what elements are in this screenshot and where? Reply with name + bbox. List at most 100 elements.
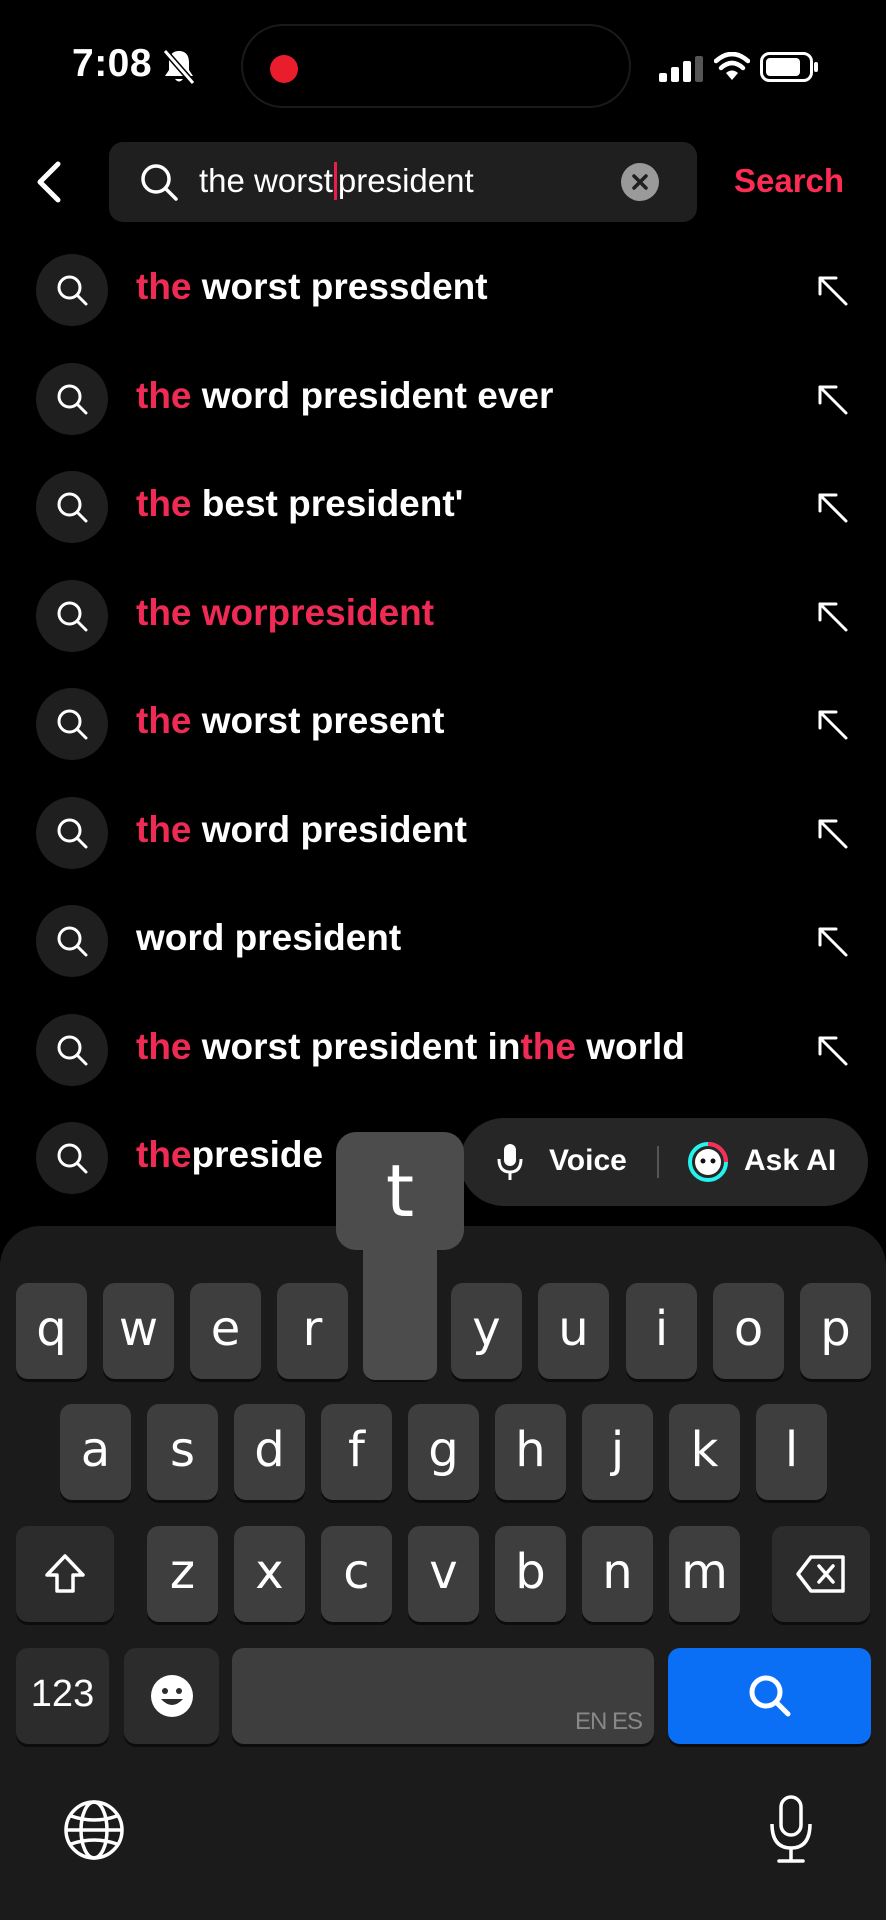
fill-query-arrow-icon[interactable] [812,487,852,527]
suggestion-label: the best president' [136,483,463,525]
globe-icon[interactable] [62,1798,126,1862]
search-icon [57,926,88,957]
key-j[interactable]: j [582,1404,653,1500]
back-button[interactable] [28,160,72,204]
search-icon [749,1675,790,1717]
microphone-icon[interactable] [767,1794,815,1866]
fill-query-arrow-icon[interactable] [812,704,852,744]
backspace-key[interactable] [772,1526,870,1622]
key-z[interactable]: z [147,1526,218,1622]
suggestion-item[interactable]: the worst pressdent [0,236,886,345]
suggestion-text: world [575,1025,685,1067]
key-v[interactable]: v [408,1526,479,1622]
status-bar: 7:08 [0,0,886,130]
fill-query-arrow-icon[interactable] [812,270,852,310]
key-f[interactable]: f [321,1404,392,1500]
fill-query-arrow-icon[interactable] [812,596,852,636]
suggestion-label: the worpresident [136,592,434,634]
recording-indicator [270,55,298,83]
microphone-icon[interactable] [496,1142,524,1182]
shift-key[interactable] [16,1526,114,1622]
suggestion-item[interactable]: the worpresident [0,562,886,671]
bell-slash-icon [162,49,196,85]
search-icon [57,384,88,414]
suggestion-match-text: the [136,1134,192,1175]
key-w[interactable]: w [103,1283,174,1379]
key-q[interactable]: q [16,1283,87,1379]
suggestion-search-icon [36,471,108,543]
suggestion-text: word president ever [191,374,554,416]
status-time: 7:08 [72,42,153,85]
suggestion-label: the word president [136,809,467,851]
emoji-key[interactable] [124,1648,219,1744]
suggestion-label: thepreside [136,1134,323,1176]
key-h[interactable]: h [495,1404,566,1500]
query-before-cursor: the worst [199,162,333,199]
search-button[interactable]: Search [734,162,844,200]
key-m[interactable]: m [669,1526,740,1622]
key-d[interactable]: d [234,1404,305,1500]
fill-query-arrow-icon[interactable] [812,813,852,853]
key-popup-stem [363,1240,437,1380]
shift-icon [45,1554,85,1593]
suggestion-match-text: the [520,1025,576,1067]
key-b[interactable]: b [495,1526,566,1622]
ask-ai-icon[interactable] [688,1142,728,1182]
suggestion-item[interactable]: the worst present [0,670,886,779]
suggestion-text: best president' [191,483,464,524]
suggestion-item[interactable]: the best president' [0,453,886,562]
space-bar[interactable]: EN ES [232,1648,654,1744]
fill-query-arrow-icon[interactable] [812,1030,852,1070]
fill-query-arrow-icon[interactable] [812,921,852,961]
backspace-icon [796,1555,845,1593]
numbers-key[interactable]: 123 [16,1648,109,1744]
clear-search-button[interactable] [621,163,659,201]
suggestion-item[interactable]: the worst president inthe world [0,996,886,1105]
pill-divider [657,1146,659,1178]
key-popup: t [336,1132,464,1250]
key-c[interactable]: c [321,1526,392,1622]
key-x[interactable]: x [234,1526,305,1622]
suggestion-item[interactable]: word president [0,887,886,996]
search-icon [57,275,88,306]
search-return-key[interactable] [668,1648,871,1744]
keyboard: q w e r y u i o p a s d f g h j k l z x c v b n m 123 EN ES [0,1226,886,1920]
voice-button[interactable]: Voice [549,1144,627,1178]
suggestion-search-icon [36,1013,108,1086]
suggestion-search-icon [36,796,108,869]
key-s[interactable]: s [147,1404,218,1500]
suggestion-item[interactable]: the word president ever [0,345,886,454]
query-after-cursor: president [337,162,474,199]
suggestion-match-text: the [136,808,192,850]
key-e[interactable]: e [190,1283,261,1379]
search-input[interactable]: the worst president [109,142,697,222]
fill-query-arrow-icon[interactable] [812,379,852,419]
key-g[interactable]: g [408,1404,479,1500]
suggestion-label: the word president ever [136,375,553,417]
key-o[interactable]: o [713,1283,784,1379]
ask-ai-button[interactable]: Ask AI [744,1144,836,1178]
key-u[interactable]: u [538,1283,609,1379]
key-y[interactable]: y [451,1283,522,1379]
search-icon [57,492,88,523]
suggestion-text: worst present [191,700,445,741]
key-n[interactable]: n [582,1526,653,1622]
key-r[interactable]: r [277,1283,348,1379]
key-p[interactable]: p [800,1283,871,1379]
key-i[interactable]: i [626,1283,697,1379]
suggestion-search-icon [36,579,108,652]
key-l[interactable]: l [756,1404,827,1500]
key-k[interactable]: k [669,1404,740,1500]
suggestion-search-icon [36,688,108,760]
dynamic-island [241,24,631,108]
suggestion-label: the worst president inthe world [136,1026,685,1068]
battery-icon [760,52,818,82]
suggestion-search-icon [36,362,108,435]
suggestion-search-icon [36,254,108,326]
search-icon [57,1143,88,1174]
suggestion-text: word president [191,808,467,850]
key-a[interactable]: a [60,1404,131,1500]
suggestion-match-text: the [136,1025,192,1067]
suggestion-item[interactable]: the word president [0,779,886,888]
close-icon [632,174,648,190]
